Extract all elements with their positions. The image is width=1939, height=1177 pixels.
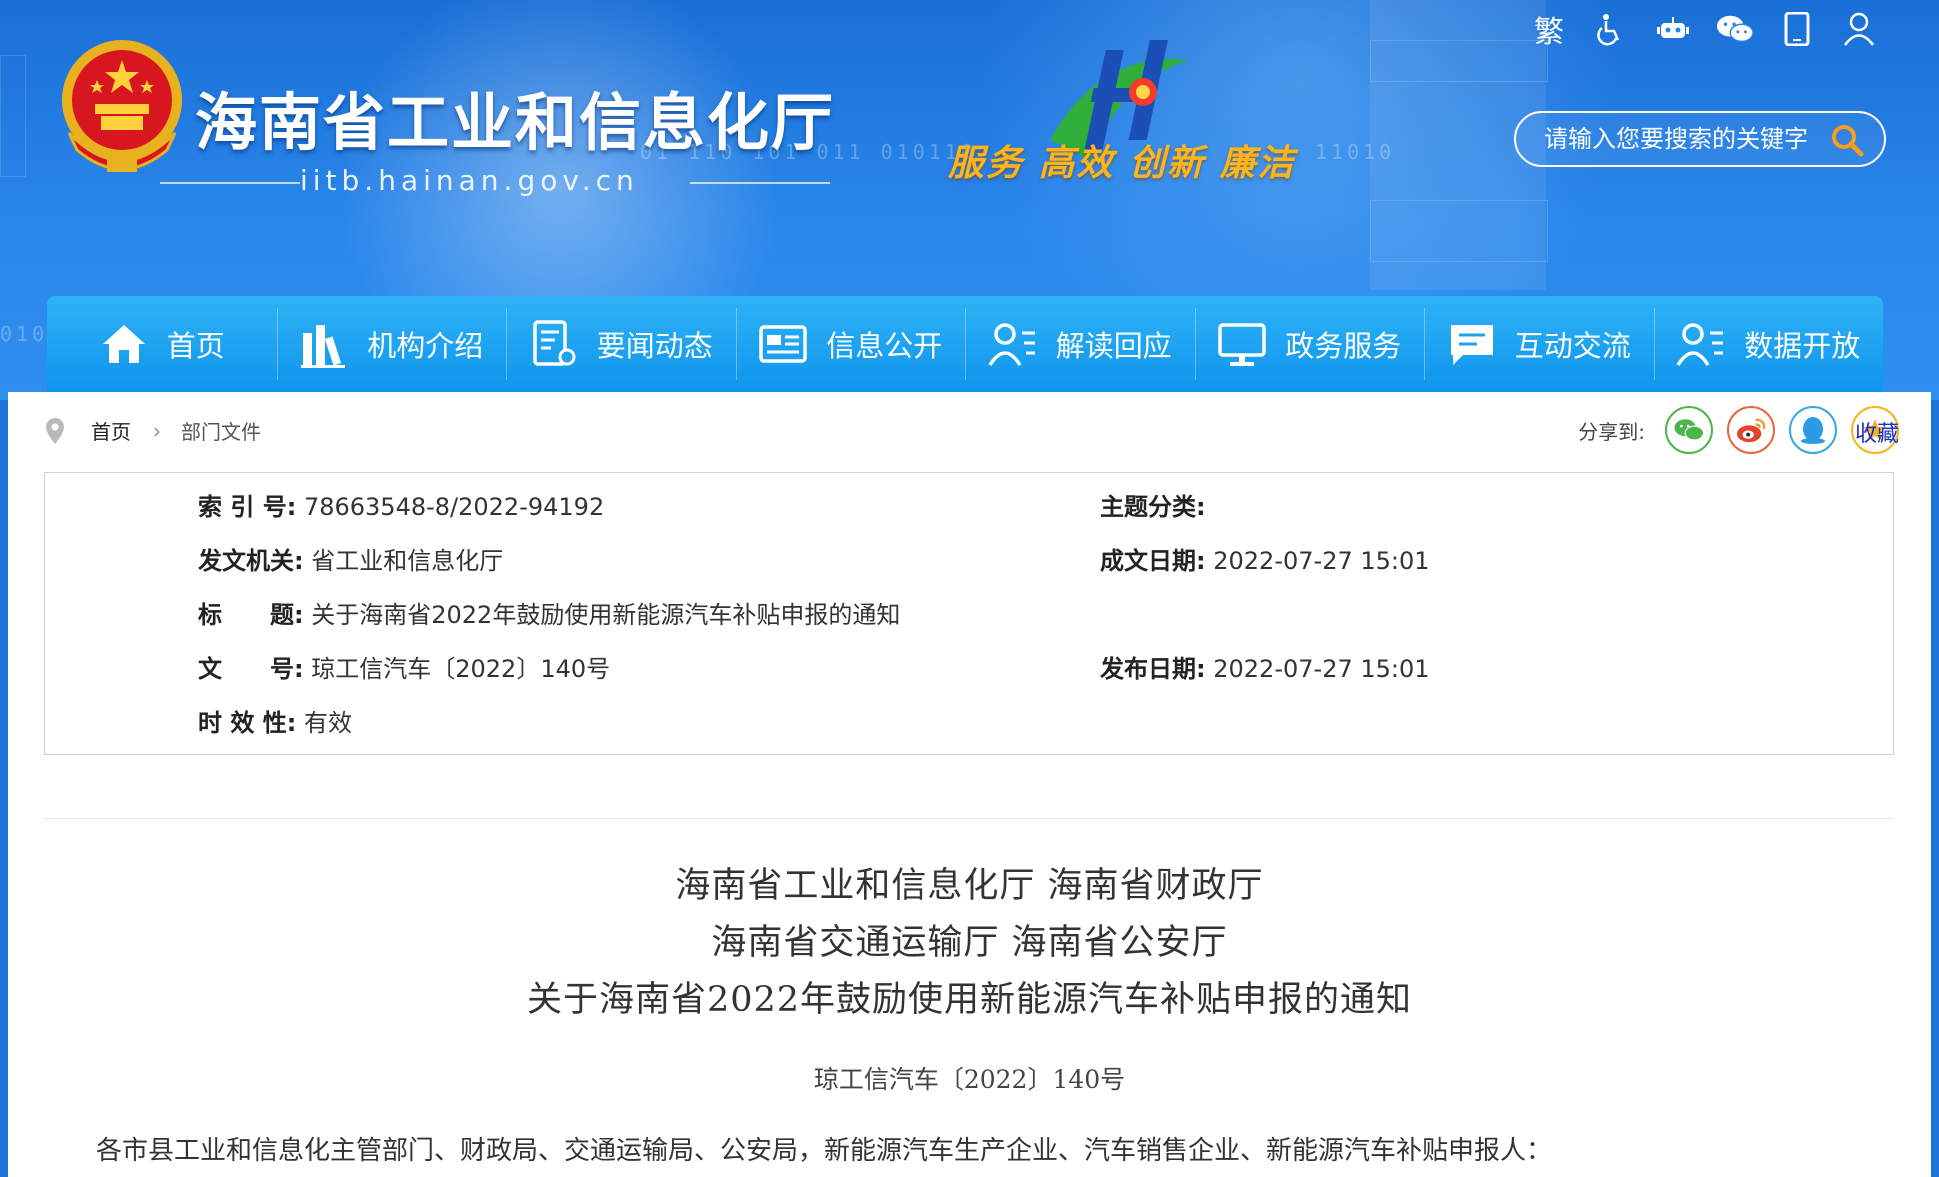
meta-key: 索 引 号: [198, 493, 297, 521]
nav-label: 解读回应 [1055, 329, 1172, 363]
wechat-icon [1674, 419, 1705, 441]
share-wechat-button[interactable] [1665, 406, 1713, 454]
location-pin-icon [46, 417, 64, 444]
slogan: 服务 高效 创新 廉洁 [948, 143, 1296, 184]
meta-title: 标 题: 关于海南省2022年鼓励使用新能源汽车补贴申报的通知 [198, 595, 900, 630]
meta-key: 时 效 性: [198, 709, 297, 737]
nav-item-home[interactable]: 首页 [47, 296, 277, 392]
accessibility-icon[interactable] [1592, 10, 1630, 48]
weibo-icon [1737, 418, 1766, 443]
meta-value: 2022-07-27 15:01 [1213, 655, 1430, 683]
meta-doc-no: 文 号: 琼工信汽车〔2022〕140号 [198, 649, 610, 684]
meta-key: 发文机关: [198, 547, 304, 575]
meta-written-date: 成文日期: 2022-07-27 15:01 [1100, 541, 1430, 576]
nav-item-open-data[interactable]: 数据开放 [1653, 296, 1884, 392]
nav-label: 政务服务 [1285, 329, 1402, 363]
meta-value: 2022-07-27 15:01 [1213, 547, 1430, 575]
favorite-label[interactable]: 收藏 [1855, 416, 1899, 448]
meta-validity: 时 效 性: 有效 [198, 703, 352, 738]
meta-key: 成文日期: [1100, 547, 1206, 575]
breadcrumb: 首页 › 部门文件 [45, 416, 261, 445]
meta-issuer: 发文机关: 省工业和信息化厅 [198, 541, 503, 576]
nav-item-interpretation[interactable]: 解读回应 [965, 296, 1195, 392]
newspaper-icon [759, 325, 807, 363]
robot-icon[interactable] [1654, 10, 1692, 48]
meta-value: 78663548-8/2022-94192 [303, 493, 605, 521]
meta-value: 关于海南省2022年鼓励使用新能源汽车补贴申报的通知 [311, 601, 901, 629]
search-box [1514, 111, 1886, 167]
chat-icon [1450, 325, 1493, 365]
binary-decoration: 010 [0, 322, 49, 346]
nav-label: 机构介绍 [367, 329, 484, 363]
nav-item-gov-services[interactable]: 政务服务 [1194, 296, 1425, 392]
monitor-icon [1218, 323, 1266, 366]
document-title: 海南省工业和信息化厅 海南省财政厅 海南省交通运输厅 海南省公安厅 关于海南省2… [8, 858, 1931, 1029]
meta-index-no: 索 引 号: 78663548-8/2022-94192 [198, 487, 604, 522]
divider-line [690, 182, 830, 184]
search-input[interactable] [1542, 124, 1836, 154]
meta-key: 主题分类: [1100, 493, 1206, 521]
search-icon[interactable] [1830, 123, 1864, 157]
binary-decoration: 11010 [1315, 140, 1396, 164]
bg-decoration [1370, 200, 1548, 262]
top-toolbar: 繁 [1530, 10, 1878, 50]
nav-item-info-disclosure[interactable]: 信息公开 [735, 296, 966, 392]
meta-key: 发布日期: [1100, 655, 1206, 683]
person-list-icon [988, 323, 1035, 366]
user-icon[interactable] [1840, 10, 1878, 48]
bg-decoration [1370, 40, 1548, 82]
nav-item-organization[interactable]: 机构介绍 [276, 296, 507, 392]
document-body-line: 各市县工业和信息化主管部门、财政局、交通运输局、公安局，新能源汽车生产企业、汽车… [96, 1136, 1553, 1166]
site-title[interactable]: 海南省工业和信息化厅 [195, 72, 835, 162]
nav-item-news[interactable]: 要闻动态 [506, 296, 736, 392]
meta-value: 省工业和信息化厅 [311, 547, 504, 575]
section-divider [44, 818, 1894, 819]
meta-value: 琼工信汽车〔2022〕140号 [311, 655, 611, 683]
share-qq-button[interactable] [1789, 406, 1837, 454]
main-nav: 首页 机构介绍 要闻动态 信息公开 解读回应 政务服务 互动交流 数据开放 [47, 296, 1883, 392]
nav-label: 数据开放 [1744, 329, 1861, 363]
document-title-line: 海南省工业和信息化厅 海南省财政厅 [675, 866, 1264, 906]
chevron-right-icon: › [153, 418, 161, 443]
meta-value: 有效 [303, 709, 352, 737]
share-weibo-button[interactable] [1727, 406, 1775, 454]
document-number: 琼工信汽车〔2022〕140号 [813, 1065, 1126, 1094]
home-icon [102, 325, 145, 363]
wechat-icon[interactable] [1716, 10, 1754, 48]
traditional-chinese-toggle[interactable]: 繁 [1530, 10, 1568, 50]
divider-line [160, 182, 300, 184]
document-title-line: 海南省交通运输厅 海南省公安厅 [711, 923, 1228, 963]
nav-label: 要闻动态 [596, 329, 713, 363]
nav-label: 首页 [166, 329, 225, 363]
share-label: 分享到: [1578, 419, 1645, 444]
national-emblem-icon [62, 40, 182, 172]
nav-label: 信息公开 [826, 329, 943, 363]
site-url: iitb.hainan.gov.cn [300, 164, 639, 197]
document-metadata: 索 引 号: 78663548-8/2022-94192 主题分类: 发文机关:… [44, 472, 1894, 755]
meta-publish-date: 发布日期: 2022-07-27 15:01 [1100, 649, 1430, 684]
meta-key: 标 题: [198, 601, 304, 629]
meta-subject: 主题分类: [1100, 487, 1206, 522]
nav-label: 互动交流 [1514, 329, 1631, 363]
mobile-icon[interactable] [1778, 10, 1816, 48]
document-title-line: 关于海南省2022年鼓励使用新能源汽车补贴申报的通知 [526, 980, 1413, 1020]
main-content: 首页 › 部门文件 分享到: 收藏 索 引 号: 78663548-8/2022… [8, 392, 1931, 1177]
nav-item-interaction[interactable]: 互动交流 [1424, 296, 1654, 392]
person-data-icon [1676, 323, 1724, 366]
books-icon [301, 325, 346, 368]
bg-decoration [0, 55, 26, 177]
share-bar: 分享到: 收藏 [1578, 406, 1899, 454]
meta-key: 文 号: [198, 655, 304, 683]
breadcrumb-current[interactable]: 部门文件 [181, 416, 261, 445]
breadcrumb-home-link[interactable]: 首页 [91, 416, 131, 445]
document-gear-icon [532, 320, 576, 366]
qq-icon [1801, 417, 1825, 444]
